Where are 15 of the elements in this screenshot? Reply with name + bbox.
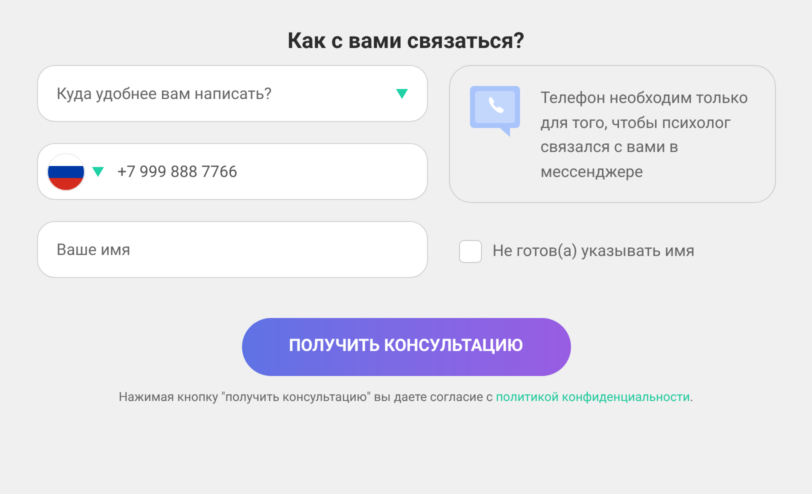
form-title: Как с вами связаться? [288, 28, 524, 56]
flag-icon [46, 152, 84, 190]
phone-field[interactable]: +7 999 888 7766 [36, 143, 428, 200]
name-field[interactable]: Ваше имя [36, 221, 428, 278]
consent-text: Нажимая кнопку "получить консультацию" вы даете согласие с политикой конфиденциальности. [118, 389, 694, 407]
messenger-select[interactable]: Куда удобнее вам написать? [36, 65, 428, 122]
phone-chat-icon [470, 86, 522, 138]
country-selector[interactable] [46, 152, 104, 190]
submit-button[interactable]: ПОЛУЧИТЬ КОНСУЛЬТАЦИЮ [242, 318, 570, 376]
checkbox-label: Не готов(а) указывать имя [492, 240, 695, 262]
checkbox[interactable] [458, 240, 482, 262]
caret-icon [92, 166, 104, 176]
caret-icon [396, 88, 408, 98]
phone-input[interactable]: +7 999 888 7766 [118, 160, 426, 184]
info-text: Телефон необходим только для того, чтобы психолог связался с вами в мессенджере [540, 87, 749, 182]
